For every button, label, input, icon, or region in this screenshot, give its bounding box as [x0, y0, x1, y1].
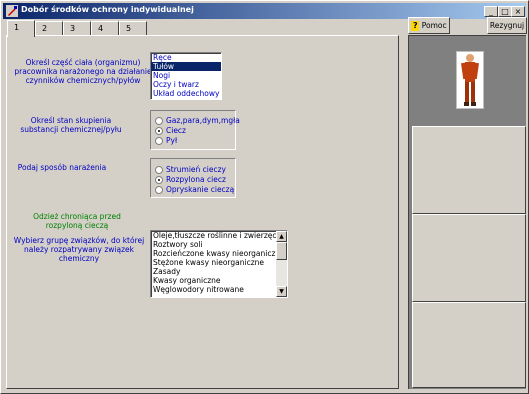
- list-item[interactable]: Ręce: [151, 53, 221, 62]
- body-part-question: Określ część ciała (organizmu) pracownik…: [14, 58, 152, 85]
- result-cell-3: [412, 214, 526, 302]
- result-cell-4: [412, 302, 526, 388]
- tab-5[interactable]: 5: [119, 21, 147, 36]
- state-question: Określ stan skupienia substancji chemicz…: [20, 116, 122, 134]
- result-text: Odzież chroniąca przed rozpyloną cieczą: [33, 212, 121, 230]
- help-icon: ?: [411, 21, 420, 31]
- list-item[interactable]: Węglowodory nitrowane: [151, 285, 287, 294]
- list-item[interactable]: Kwasy organiczne: [151, 276, 287, 285]
- close-button[interactable]: ×: [511, 6, 525, 17]
- maximize-button[interactable]: □: [498, 6, 512, 17]
- questions-panel: Określ część ciała (organizmu) pracownik…: [6, 35, 399, 389]
- minimize-button[interactable]: _: [484, 6, 498, 17]
- app-icon: [6, 5, 18, 17]
- scroll-thumb[interactable]: [276, 242, 287, 260]
- list-item[interactable]: Rozcieńczone kwasy nieorganiczne: [151, 249, 287, 258]
- tab-1[interactable]: 1: [7, 20, 35, 37]
- scroll-up-arrow-icon[interactable]: ▲: [276, 231, 287, 242]
- tab-3[interactable]: 3: [63, 21, 91, 36]
- list-item[interactable]: Oczy i twarz: [151, 80, 221, 89]
- list-item[interactable]: Oleje,tłuszcze roślinne i zwierzęce: [151, 231, 287, 240]
- listbox-scrollbar[interactable]: ▲ ▼: [276, 231, 287, 297]
- exposure-radio-group: Strumień cieczy Rozpylona ciecz Opryskan…: [150, 158, 236, 198]
- compound-group-listbox[interactable]: Oleje,tłuszcze roślinne i zwierzęce Rozt…: [150, 230, 288, 298]
- exposure-question: Podaj sposób narażenia: [17, 163, 107, 172]
- worker-figure-icon: [461, 54, 479, 106]
- list-item[interactable]: Stężone kwasy nieorganiczne: [151, 258, 287, 267]
- list-item[interactable]: Zasady: [151, 267, 287, 276]
- tab-2[interactable]: 2: [35, 21, 63, 36]
- result-image-cell: [412, 38, 526, 124]
- state-radio-group: Gaz,para,dym,mgła Ciecz Pył: [150, 110, 240, 150]
- result-panel: [408, 35, 526, 389]
- list-item[interactable]: Nogi: [151, 71, 221, 80]
- window-title: Dobór środków ochrony indywidualnej: [21, 5, 194, 14]
- scroll-down-arrow-icon[interactable]: ▼: [276, 286, 287, 297]
- resign-button[interactable]: Rezygnuj: [487, 17, 527, 34]
- compound-group-question: Wybierz grupę związków, do której należy…: [13, 236, 145, 263]
- help-button-label: Pomoc: [421, 21, 447, 30]
- list-item[interactable]: Roztwory soli: [151, 240, 287, 249]
- list-item[interactable]: Układ oddechowy: [151, 89, 221, 98]
- body-part-listbox[interactable]: Ręce Tułów Nogi Oczy i twarz Układ oddec…: [150, 52, 222, 100]
- help-button[interactable]: ? Pomoc: [408, 17, 450, 34]
- main-window: Dobór środków ochrony indywidualnej _ □ …: [0, 0, 529, 394]
- list-item[interactable]: Tułów: [151, 62, 221, 71]
- result-cell-2: [412, 126, 526, 214]
- tab-4[interactable]: 4: [91, 21, 119, 36]
- protective-clothing-image: [456, 51, 484, 109]
